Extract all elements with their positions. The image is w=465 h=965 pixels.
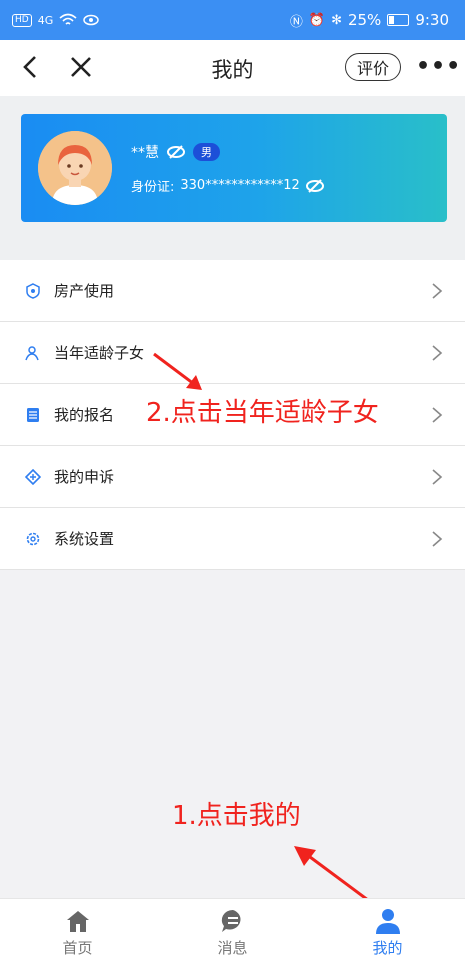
tab-messages[interactable]: 消息 [155,899,310,965]
wifi-icon [59,13,77,25]
house-shield-icon [26,282,40,299]
chevron-right-icon [432,282,443,299]
rate-button[interactable]: 评价 [345,53,401,81]
chevron-right-icon [432,530,443,547]
user-name: **慧 [131,145,159,161]
home-icon [66,911,89,932]
registration-icon [27,407,39,422]
signal-indicator: 4G [37,13,54,27]
avatar [38,131,112,205]
hide-eye-icon[interactable] [167,145,185,159]
id-value: 330************12 [180,178,300,193]
clock: 9:30 [415,11,449,29]
bluetooth-icon: ✻ [331,12,342,28]
more-icon[interactable]: ••• [416,54,461,79]
tab-mine[interactable]: 我的 [310,899,465,965]
chevron-right-icon [432,468,443,485]
hide-id-eye-icon[interactable] [305,178,324,193]
menu-item-label: 房产使用 [54,282,115,300]
menu-item-children[interactable]: 当年适龄子女 [0,322,465,384]
profile-card: **慧 男 身份证: 330************12 [21,114,447,222]
tab-label: 首页 [62,939,93,957]
profile-section: **慧 男 身份证: 330************12 [0,96,465,260]
menu-item-label: 系统设置 [54,530,115,548]
tab-label: 消息 [217,939,248,957]
menu-item-label: 当年适龄子女 [54,344,145,362]
tab-bar: 首页 消息 我的 [0,898,465,965]
menu-item-settings[interactable]: 系统设置 [0,508,465,570]
battery-percent: 25% [347,11,382,29]
appeal-icon [25,468,41,485]
eye-status-icon [83,14,99,26]
annotation-step1: 1.点击我的 [172,801,301,831]
menu-item-label: 我的申诉 [54,468,115,486]
hd-indicator: HD [12,13,32,27]
nfc-icon: Ⓝ [289,14,303,30]
chevron-right-icon [432,344,443,361]
chevron-right-icon [432,406,443,423]
annotation-arrow-step2 [153,352,202,390]
user-icon [375,909,400,934]
menu-item-appeal[interactable]: 我的申诉 [0,446,465,508]
tab-label: 我的 [372,939,403,957]
annotation-step2: 2.点击当年适龄子女 [146,398,379,428]
menu-item-property[interactable]: 房产使用 [0,260,465,322]
nav-bar: 我的 评价 ••• [0,40,465,96]
gender-badge: 男 [193,143,220,161]
message-icon [221,909,241,932]
id-label: 身份证: [131,180,175,195]
settings-icon [26,532,40,545]
tab-home[interactable]: 首页 [0,899,155,965]
menu-item-label: 我的报名 [54,406,115,424]
alarm-icon: ⏰ [308,12,326,28]
children-icon [25,345,39,360]
battery-icon [387,14,410,26]
status-bar: HD 4G Ⓝ ⏰ ✻ 25% 9:30 [0,0,465,40]
